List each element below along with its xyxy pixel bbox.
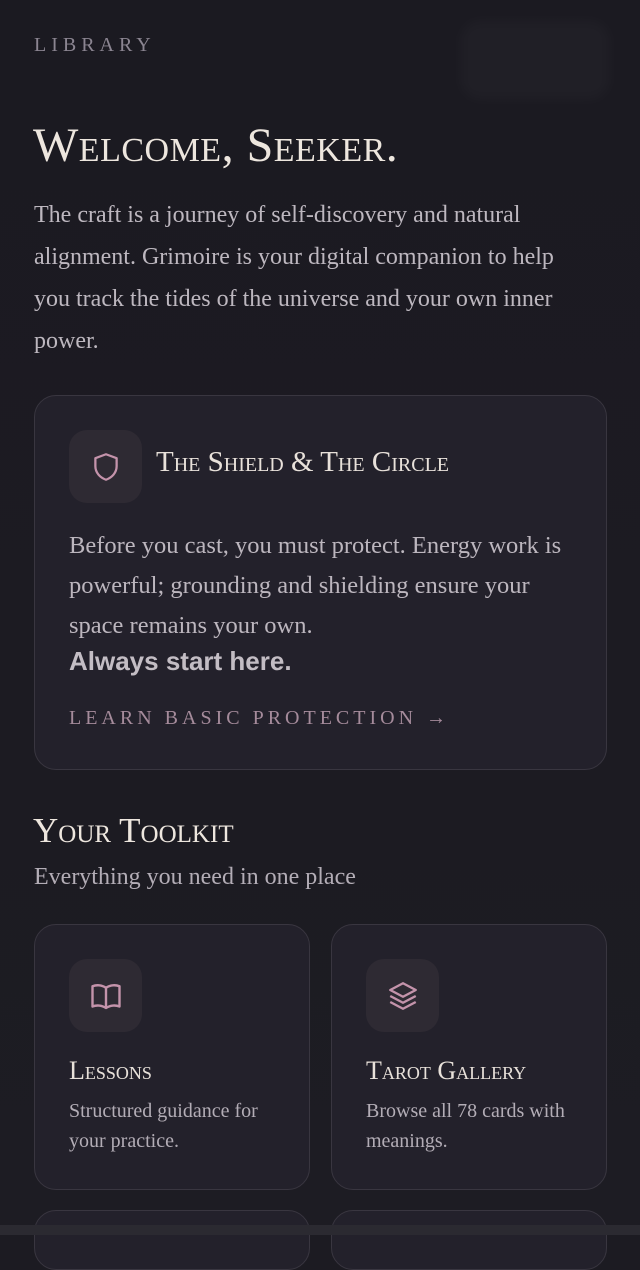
background-glow: [460, 20, 610, 100]
page-title: Welcome, Seeker.: [33, 119, 399, 172]
intro-paragraph: The craft is a journey of self-discovery…: [34, 202, 554, 354]
layers-icon: [366, 959, 439, 1032]
protection-card: The Shield & The Circle Before you cast,…: [34, 395, 607, 770]
toolkit-subtitle: Everything you need in one place: [34, 864, 356, 890]
bottom-bar: [0, 1225, 640, 1235]
toolkit-card-description: Browse all 78 cards with meanings.: [366, 1100, 565, 1152]
library-page: LIBRARY Welcome, Seeker. The craft is a …: [0, 0, 640, 1270]
toolkit-card-partial[interactable]: [331, 1210, 607, 1270]
toolkit-card-title: Lessons: [69, 1056, 152, 1085]
toolkit-card-partial[interactable]: [34, 1210, 310, 1270]
toolkit-card-title: Tarot Gallery: [366, 1056, 527, 1085]
protection-card-title: The Shield & The Circle: [156, 446, 450, 478]
protection-card-emphasis: Always start here.: [69, 646, 292, 676]
toolkit-card-description: Structured guidance for your practice.: [69, 1100, 258, 1152]
shield-icon: [69, 430, 142, 503]
toolkit-card-tarot-gallery[interactable]: Tarot Gallery Browse all 78 cards with m…: [331, 924, 607, 1190]
section-eyebrow: LIBRARY: [34, 34, 156, 56]
protection-card-body: Before you cast, you must protect. Energ…: [69, 532, 562, 639]
learn-protection-link[interactable]: LEARN BASIC PROTECTION →: [69, 707, 450, 730]
open-book-icon: [69, 959, 142, 1032]
toolkit-title: Your Toolkit: [33, 811, 234, 850]
toolkit-card-lessons[interactable]: Lessons Structured guidance for your pra…: [34, 924, 310, 1190]
